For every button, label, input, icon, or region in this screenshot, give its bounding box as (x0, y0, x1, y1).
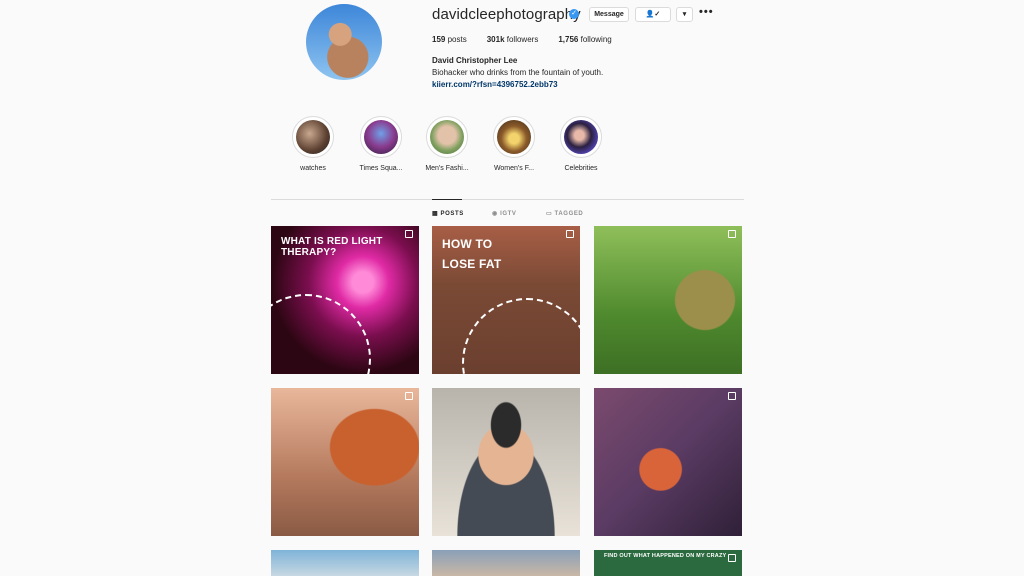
highlight-celebrities[interactable]: Celebrities (551, 116, 611, 172)
posts-count: 159 (432, 35, 446, 44)
post-tile[interactable]: FIND OUT WHAT HAPPENED ON MY CRAZY (594, 550, 742, 576)
following-label: following (580, 35, 612, 44)
post-tile[interactable] (432, 550, 580, 576)
post-tile[interactable] (271, 550, 419, 576)
post-overlay-text: FIND OUT WHAT HAPPENED ON MY CRAZY (604, 553, 727, 559)
profile-bio: Biohacker who drinks from the fountain o… (432, 68, 604, 77)
highlight-thumbnail (560, 116, 602, 158)
highlight-mens-fashion[interactable]: Men's Fashi... (417, 116, 477, 172)
followers-stat[interactable]: 301k followers (487, 35, 539, 44)
tab-label: POSTS (440, 211, 464, 217)
highlight-label: Celebrities (564, 165, 598, 172)
post-tile[interactable] (432, 388, 580, 536)
tabs-divider (271, 199, 744, 200)
carousel-icon (728, 230, 736, 238)
profile-stats: 159 posts 301k followers 1,756 following (432, 35, 612, 44)
profile-link[interactable]: kiierr.com/?rfsn=4396752.2ebb73 (432, 80, 558, 89)
post-tile[interactable]: HOW TO LOSE FAT (432, 226, 580, 374)
followers-label: followers (506, 35, 539, 44)
highlight-times-square[interactable]: Times Squa... (351, 116, 411, 172)
profile-avatar[interactable] (306, 4, 382, 80)
following-button[interactable]: 👤✓ (635, 7, 671, 22)
more-options-icon[interactable]: ••• (699, 6, 714, 18)
highlight-womens-fashion[interactable]: Women's F... (484, 116, 544, 172)
dashed-circle-graphic (271, 294, 371, 374)
highlight-thumbnail (360, 116, 402, 158)
grid-icon: ▦ (432, 211, 441, 217)
followers-count: 301k (486, 35, 505, 44)
profile-username: davidcleephotography (432, 6, 581, 23)
highlight-label: watches (300, 165, 326, 172)
post-overlay-text: WHAT IS RED LIGHT THERAPY? (281, 236, 383, 258)
tab-tagged[interactable]: ▭ TAGGED (546, 210, 583, 217)
person-check-icon: 👤✓ (645, 11, 661, 18)
highlight-label: Times Squa... (359, 165, 403, 172)
following-count: 1,756 (558, 35, 579, 44)
message-button[interactable]: Message (589, 7, 629, 22)
tab-label: IGTV (500, 211, 517, 217)
tab-posts[interactable]: ▦ POSTS (432, 210, 464, 217)
chevron-down-icon: ▾ (682, 11, 687, 18)
posts-label: posts (447, 35, 467, 44)
igtv-icon: ◉ (492, 211, 501, 217)
post-tile[interactable] (594, 388, 742, 536)
tagged-icon: ▭ (546, 211, 555, 217)
highlight-thumbnail (493, 116, 535, 158)
verified-badge-icon: ✓ (569, 9, 579, 19)
carousel-icon (728, 392, 736, 400)
following-stat[interactable]: 1,756 following (558, 35, 611, 44)
dashed-circle-graphic (462, 298, 580, 374)
carousel-icon (728, 554, 736, 562)
active-tab-indicator (432, 199, 462, 200)
tab-igtv[interactable]: ◉ IGTV (492, 210, 517, 217)
post-tile[interactable]: WHAT IS RED LIGHT THERAPY? (271, 226, 419, 374)
post-tile[interactable] (594, 226, 742, 374)
tab-label: TAGGED (554, 211, 584, 217)
highlight-label: Women's F... (493, 165, 535, 172)
highlight-thumbnail (426, 116, 468, 158)
highlight-watches[interactable]: watches (283, 116, 343, 172)
carousel-icon (405, 392, 413, 400)
suggested-dropdown-button[interactable]: ▾ (676, 7, 693, 22)
profile-full-name: David Christopher Lee (432, 56, 518, 65)
highlight-label: Men's Fashi... (425, 165, 469, 172)
post-overlay-text: HOW TO LOSE FAT (442, 237, 502, 271)
post-tile[interactable] (271, 388, 419, 536)
carousel-icon (566, 230, 574, 238)
profile-page: davidcleephotography ✓ Message 👤✓ ▾ ••• … (0, 0, 1024, 576)
carousel-icon (405, 230, 413, 238)
highlight-thumbnail (292, 116, 334, 158)
posts-stat: 159 posts (432, 35, 467, 44)
